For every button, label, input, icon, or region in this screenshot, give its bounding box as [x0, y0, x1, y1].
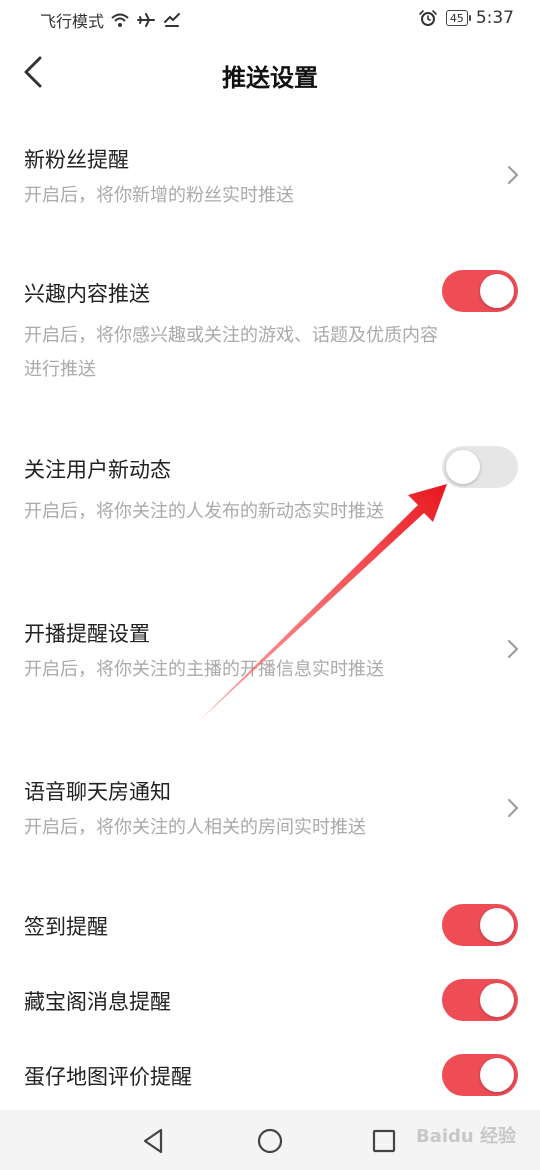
toggle-switch[interactable]: [442, 979, 518, 1021]
chevron-right-icon: [508, 799, 519, 817]
setting-new-fans[interactable]: 新粉丝提醒 开启后，将你新增的粉丝实时推送: [0, 110, 540, 230]
setting-title: 开播提醒设置: [24, 622, 150, 646]
back-triangle-icon[interactable]: [137, 1124, 171, 1158]
setting-desc: 开启后，将你新增的粉丝实时推送: [24, 185, 294, 206]
battery-indicator: 45: [445, 10, 471, 26]
toggle-knob: [480, 1058, 514, 1092]
setting-title: 关注用户新动态: [24, 458, 171, 482]
setting-desc: 开启后，将你感兴趣或关注的游戏、话题及优质内容: [24, 325, 438, 346]
toggle-switch[interactable]: [442, 904, 518, 946]
setting-checkin-reminder: 签到提醒: [0, 895, 540, 955]
setting-desc: 开启后，将你关注的人相关的房间实时推送: [24, 817, 366, 838]
status-right: 45 5:37: [418, 8, 514, 28]
airplane-mode-label: 飞行模式: [40, 12, 105, 31]
toggle-switch[interactable]: [442, 270, 518, 312]
setting-interest-push: 兴趣内容推送 开启后，将你感兴趣或关注的游戏、话题及优质内容 进行推送: [0, 250, 540, 400]
chevron-right-icon: [508, 640, 519, 658]
setting-title: 蛋仔地图评价提醒: [24, 1065, 192, 1089]
page-title: 推送设置: [222, 64, 318, 92]
setting-title: 兴趣内容推送: [24, 282, 150, 306]
setting-live-reminder[interactable]: 开播提醒设置 开启后，将你关注的主播的开播信息实时推送: [0, 600, 540, 710]
setting-desc: 进行推送: [24, 359, 96, 380]
toggle-switch[interactable]: [442, 446, 518, 488]
setting-voice-room-notice[interactable]: 语音聊天房通知 开启后，将你关注的人相关的房间实时推送: [0, 760, 540, 860]
wifi-icon: [111, 13, 129, 27]
setting-desc: 开启后，将你关注的人发布的新动态实时推送: [24, 501, 384, 522]
recents-square-icon[interactable]: [367, 1124, 401, 1158]
toggle-knob: [446, 450, 480, 484]
setting-desc: 开启后，将你关注的主播的开播信息实时推送: [24, 659, 384, 680]
toggle-switch[interactable]: [442, 1054, 518, 1096]
alarm-icon: [419, 10, 437, 26]
no-sim-icon: [164, 13, 181, 27]
setting-title: 签到提醒: [24, 915, 108, 939]
setting-title: 语音聊天房通知: [24, 780, 171, 804]
setting-map-review: 蛋仔地图评价提醒: [0, 1045, 540, 1105]
toggle-knob: [480, 274, 514, 308]
toggle-knob: [480, 908, 514, 942]
toggle-knob: [480, 983, 514, 1017]
watermark: Baidu 经验: [415, 1126, 516, 1147]
setting-title: 藏宝阁消息提醒: [24, 990, 171, 1014]
airplane-icon: [137, 13, 156, 27]
chevron-right-icon: [508, 166, 519, 184]
header: 推送设置: [0, 44, 540, 104]
setting-followed-users-updates: 关注用户新动态 开启后，将你关注的人发布的新动态实时推送: [0, 430, 540, 540]
status-bar: 飞行模式 45 5:37: [0, 0, 540, 40]
status-left: 飞行模式: [40, 8, 182, 32]
home-circle-icon[interactable]: [253, 1124, 287, 1158]
setting-title: 新粉丝提醒: [24, 148, 129, 172]
setting-treasure-message: 藏宝阁消息提醒: [0, 970, 540, 1030]
clock: 5:37: [475, 8, 514, 28]
